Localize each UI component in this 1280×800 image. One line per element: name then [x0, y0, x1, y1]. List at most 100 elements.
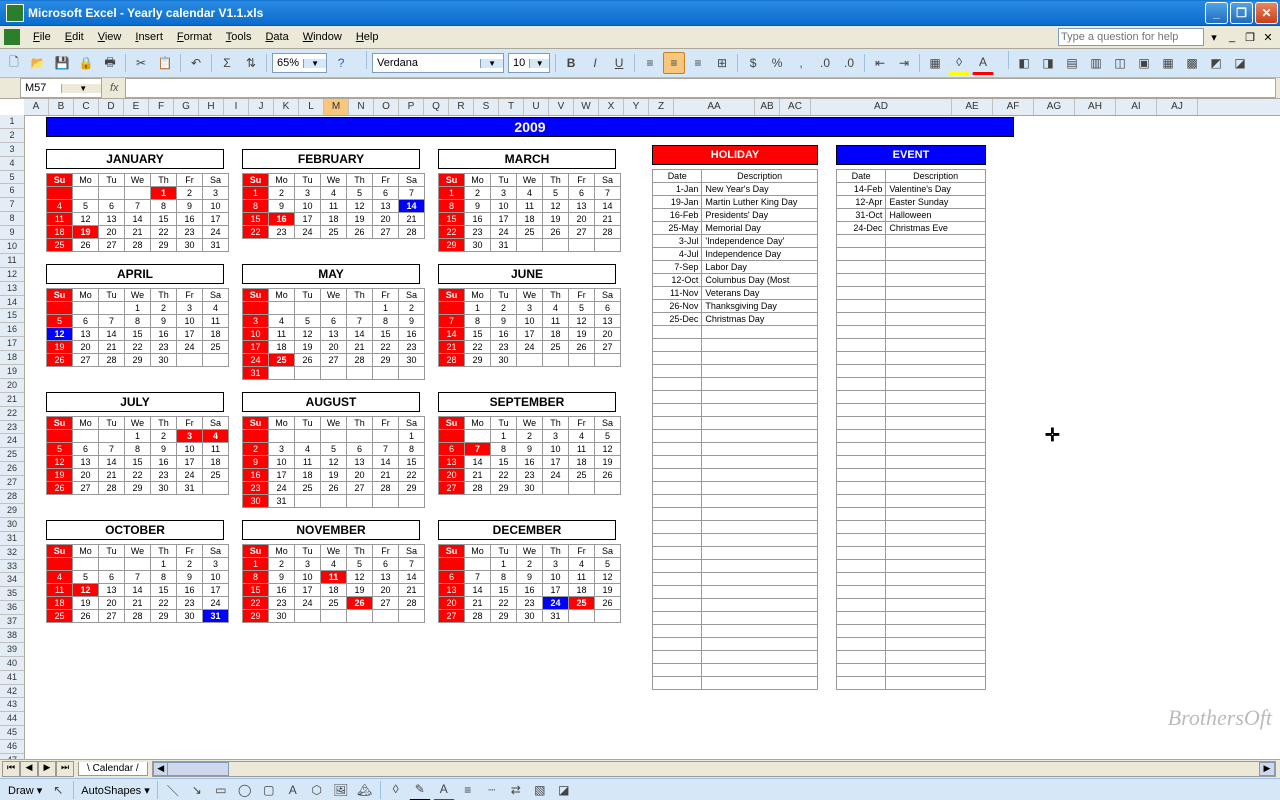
calendar-day[interactable]: 29	[439, 239, 465, 252]
calendar-day[interactable]	[295, 367, 321, 380]
calendar-day[interactable]: 23	[177, 226, 203, 239]
calendar-day[interactable]: 28	[99, 354, 125, 367]
autosum-icon[interactable]: Σ	[216, 52, 238, 74]
open-icon[interactable]: 📂	[27, 52, 49, 74]
calendar-day[interactable]	[465, 558, 491, 571]
calendar-day[interactable]: 15	[465, 328, 491, 341]
col-header[interactable]: K	[274, 99, 299, 115]
col-header[interactable]: M	[324, 99, 349, 115]
calendar-day[interactable]: 19	[595, 456, 621, 469]
calendar-day[interactable]: 2	[151, 302, 177, 315]
row-header[interactable]: 42	[0, 685, 24, 699]
font-color-draw-icon[interactable]: A	[433, 778, 455, 800]
calendar-day[interactable]: 19	[595, 584, 621, 597]
row-header[interactable]: 33	[0, 560, 24, 574]
calendar-day[interactable]: 23	[269, 597, 295, 610]
shadow-icon[interactable]: ▧	[529, 779, 551, 800]
calendar-day[interactable]: 23	[151, 341, 177, 354]
draw-menu[interactable]: Draw ▾	[4, 784, 46, 797]
calendar-day[interactable]: 14	[125, 584, 151, 597]
calendar-day[interactable]: 5	[347, 558, 373, 571]
calendar-day[interactable]	[99, 430, 125, 443]
calendar-day[interactable]: 24	[203, 597, 229, 610]
calendar-day[interactable]: 2	[399, 302, 425, 315]
side-date[interactable]: 19-Jan	[653, 196, 702, 209]
calendar-day[interactable]: 7	[99, 315, 125, 328]
arrow-style-icon[interactable]: ⇄	[505, 779, 527, 800]
calendar-day[interactable]: 10	[517, 315, 543, 328]
calendar-day[interactable]: 9	[177, 200, 203, 213]
undo-icon[interactable]: ↶	[185, 52, 207, 74]
menu-tools[interactable]: Tools	[219, 28, 259, 46]
calendar-day[interactable]: 30	[399, 354, 425, 367]
row-header[interactable]: 15	[0, 309, 24, 323]
calendar-day[interactable]: 14	[399, 200, 425, 213]
calendar-day[interactable]: 30	[177, 610, 203, 623]
calendar-day[interactable]: 25	[203, 469, 229, 482]
col-header[interactable]: F	[149, 99, 174, 115]
calendar-day[interactable]: 1	[399, 430, 425, 443]
calendar-day[interactable]	[125, 187, 151, 200]
row-header[interactable]: 22	[0, 407, 24, 421]
side-desc[interactable]: Labor Day	[702, 261, 818, 274]
doc-restore-button[interactable]: ❐	[1242, 29, 1258, 45]
row-header[interactable]: 12	[0, 268, 24, 282]
calendar-day[interactable]: 2	[269, 558, 295, 571]
tab-nav-first-icon[interactable]: ⏮	[2, 761, 20, 777]
col-header[interactable]: A	[24, 99, 49, 115]
calendar-day[interactable]: 14	[595, 200, 621, 213]
calendar-day[interactable]: 8	[439, 200, 465, 213]
row-header[interactable]: 3	[0, 143, 24, 157]
calendar-day[interactable]: 14	[399, 571, 425, 584]
calendar-day[interactable]: 30	[243, 495, 269, 508]
calendar-day[interactable]: 27	[439, 610, 465, 623]
calendar-day[interactable]: 18	[569, 456, 595, 469]
calendar-day[interactable]: 25	[295, 482, 321, 495]
calendar-day[interactable]: 21	[439, 341, 465, 354]
calendar-day[interactable]: 23	[177, 597, 203, 610]
calendar-day[interactable]: 12	[47, 456, 73, 469]
calendar-day[interactable]	[269, 367, 295, 380]
calendar-day[interactable]: 20	[373, 213, 399, 226]
calendar-day[interactable]: 28	[439, 354, 465, 367]
calendar-day[interactable]	[399, 610, 425, 623]
calendar-day[interactable]: 28	[373, 482, 399, 495]
calendar-day[interactable]: 7	[99, 443, 125, 456]
sort-icon[interactable]: ⇅	[240, 52, 262, 74]
calendar-day[interactable]: 25	[321, 597, 347, 610]
row-header[interactable]: 29	[0, 504, 24, 518]
menu-help[interactable]: Help	[349, 28, 386, 46]
side-date[interactable]: 16-Feb	[653, 209, 702, 222]
side-desc[interactable]: Christmas Day	[702, 313, 818, 326]
row-header[interactable]: 5	[0, 171, 24, 185]
calendar-day[interactable]: 14	[99, 456, 125, 469]
menu-format[interactable]: Format	[170, 28, 219, 46]
calendar-day[interactable]: 10	[243, 328, 269, 341]
worksheet-area[interactable]: ABCDEFGHIJKLMNOPQRSTUVWXYZAAABACADAEAFAG…	[0, 99, 1280, 759]
menu-data[interactable]: Data	[258, 28, 295, 46]
side-desc[interactable]: New Year's Day	[702, 183, 818, 196]
calendar-day[interactable]: 28	[595, 226, 621, 239]
percent-icon[interactable]: %	[766, 52, 788, 74]
calendar-day[interactable]: 18	[321, 213, 347, 226]
calendar-day[interactable]: 4	[203, 302, 229, 315]
calendar-day[interactable]: 24	[517, 341, 543, 354]
calendar-day[interactable]: 19	[73, 226, 99, 239]
calendar-day[interactable]: 19	[47, 469, 73, 482]
calendar-day[interactable]: 16	[243, 469, 269, 482]
calendar-day[interactable]: 15	[243, 584, 269, 597]
row-header[interactable]: 39	[0, 643, 24, 657]
calendar-day[interactable]: 4	[517, 187, 543, 200]
calendar-day[interactable]: 8	[491, 571, 517, 584]
calendar-day[interactable]: 24	[295, 597, 321, 610]
calendar-day[interactable]: 5	[47, 443, 73, 456]
calendar-day[interactable]	[243, 302, 269, 315]
calendar-day[interactable]: 3	[543, 558, 569, 571]
col-header[interactable]: G	[174, 99, 199, 115]
select-objects-icon[interactable]: ↖	[47, 779, 69, 800]
calendar-day[interactable]: 7	[347, 315, 373, 328]
calendar-day[interactable]	[439, 558, 465, 571]
calendar-day[interactable]: 13	[373, 200, 399, 213]
calendar-day[interactable]: 5	[47, 315, 73, 328]
calendar-day[interactable]	[47, 558, 73, 571]
